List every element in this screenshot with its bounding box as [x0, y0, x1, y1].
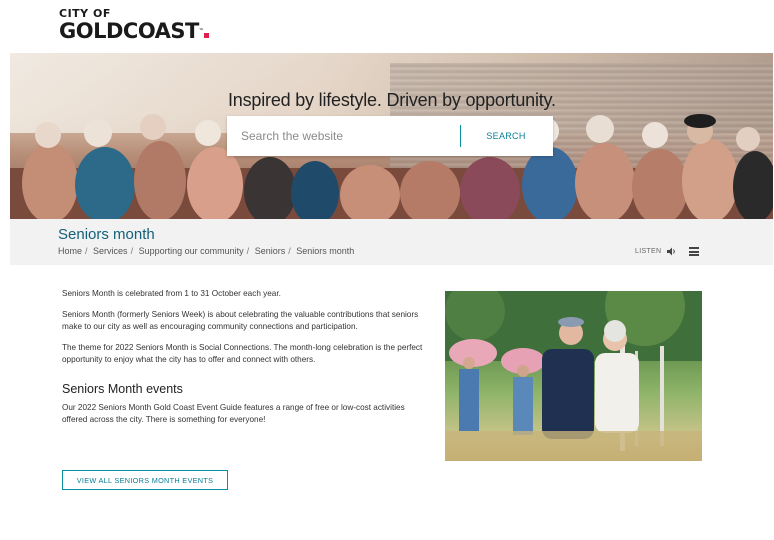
events-heading: Seniors Month events [62, 382, 183, 396]
logo-goldcoast: GOLDCOAST™ [59, 20, 210, 42]
search-input[interactable] [241, 127, 451, 145]
breadcrumb-current: Seniors month [296, 246, 355, 256]
search-button[interactable]: SEARCH [465, 125, 547, 147]
logo-dot-icon [204, 33, 210, 38]
theme-paragraph: The theme for 2022 Seniors Month is Soci… [62, 343, 423, 364]
speaker-icon[interactable] [667, 247, 677, 256]
seniors-photo [445, 291, 702, 461]
hero-headline: Inspired by lifestyle. Driven by opportu… [228, 90, 556, 110]
hero-banner: Inspired by lifestyle. Driven by opportu… [10, 53, 773, 219]
menu-icon[interactable] [689, 247, 699, 256]
breadcrumb-separator: / [246, 246, 250, 256]
breadcrumb-separator: / [130, 246, 134, 256]
breadcrumb-home[interactable]: Home [58, 246, 82, 256]
seniors-photo-illustration [445, 291, 702, 461]
site-search: SEARCH [227, 116, 553, 156]
page-header: Seniors month Home / Services / Supporting… [10, 219, 773, 265]
about-paragraph: Seniors Month (formerly Seniors Week) is… [62, 310, 419, 331]
intro-paragraph: Seniors Month is celebrated from 1 to 31… [62, 289, 281, 298]
main-content: Seniors Month is celebrated from 1 to 31… [62, 288, 428, 435]
breadcrumb: Home / Services / Supporting our community… [58, 246, 354, 256]
events-paragraph: Our 2022 Seniors Month Gold Coast Event … [62, 403, 405, 424]
search-divider [460, 125, 461, 147]
site-logo[interactable]: CITY OF GOLDCOAST™ [59, 8, 210, 42]
page-title: Seniors month [58, 226, 155, 243]
breadcrumb-separator: / [288, 246, 291, 256]
view-all-events-button[interactable]: VIEW ALL SENIORS MONTH EVENTS [62, 470, 228, 490]
breadcrumb-services[interactable]: Services [93, 246, 128, 256]
listen-button[interactable]: LISTEN [635, 248, 661, 255]
breadcrumb-separator: / [85, 246, 88, 256]
logo-trademark: ™ [198, 28, 204, 34]
breadcrumb-supporting-community[interactable]: Supporting our community [139, 246, 244, 256]
breadcrumb-seniors[interactable]: Seniors [255, 246, 286, 256]
